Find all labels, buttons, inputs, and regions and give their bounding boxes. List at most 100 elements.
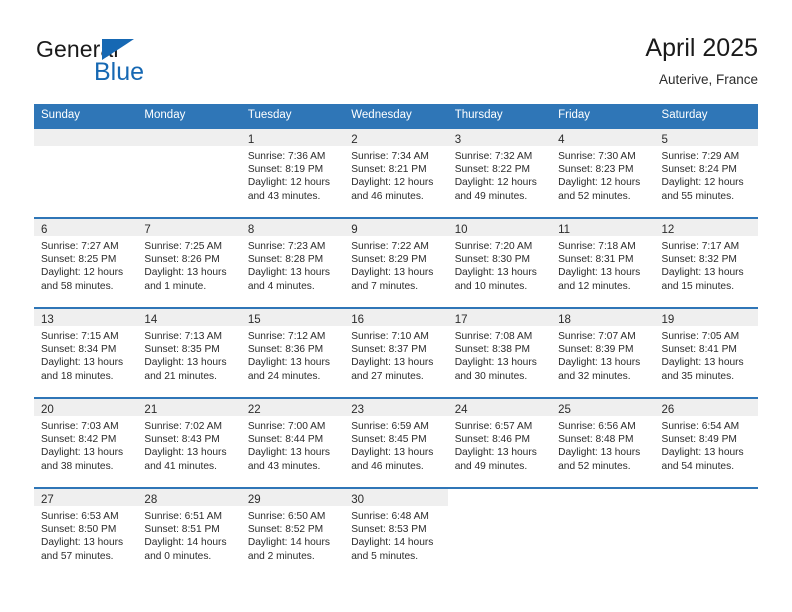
day-number-strip: 30: [344, 489, 448, 506]
day-number-strip: [655, 489, 758, 506]
calendar-cell: 17 Sunrise: 7:08 AM Sunset: 8:38 PM Dayligh…: [447, 307, 552, 398]
sunset-text: Sunset: 8:39 PM: [558, 344, 634, 356]
day-number-strip: 1: [240, 129, 345, 146]
day-cell-21[interactable]: 21 Sunrise: 7:02 AM Sunset: 8:43 PM Dayligh…: [137, 399, 241, 487]
calendar-body: 1 Sunrise: 7:36 AM Sunset: 8:19 PM Daylight…: [34, 127, 758, 577]
calendar-cell: 13 Sunrise: 7:15 AM Sunset: 8:34 PM Dayligh…: [34, 307, 138, 398]
day-cell-3[interactable]: 3 Sunrise: 7:32 AM Sunset: 8:22 PM Daylight…: [447, 129, 552, 217]
sunset-text: Sunset: 8:45 PM: [351, 434, 427, 446]
day-cell-details: Sunrise: 7:22 AM Sunset: 8:29 PM Daylight:…: [344, 236, 447, 293]
day-number: 27: [41, 494, 54, 506]
day-cell-20[interactable]: 20 Sunrise: 7:03 AM Sunset: 8:42 PM Dayligh…: [34, 399, 138, 487]
weekday-header-wednesday: Wednesday: [344, 104, 448, 128]
day-cell-22[interactable]: 22 Sunrise: 7:00 AM Sunset: 8:44 PM Dayligh…: [240, 399, 345, 487]
day-number-strip: 27: [34, 489, 138, 506]
day-cell-details: Sunrise: 7:03 AM Sunset: 8:42 PM Daylight:…: [34, 416, 137, 473]
sunrise-text: Sunrise: 7:30 AM: [558, 151, 636, 162]
day-cell-8[interactable]: 8 Sunrise: 7:23 AM Sunset: 8:28 PM Daylight…: [240, 219, 345, 307]
day-cell-empty: [448, 489, 551, 577]
day-number-strip: 8: [240, 219, 345, 236]
day-cell-27[interactable]: 27 Sunrise: 6:53 AM Sunset: 8:50 PM Dayligh…: [34, 489, 138, 577]
calendar-cell: 19 Sunrise: 7:05 AM Sunset: 8:41 PM Dayligh…: [654, 307, 758, 398]
day-cell-11[interactable]: 11 Sunrise: 7:18 AM Sunset: 8:31 PM Dayligh…: [551, 219, 655, 307]
day-number: 30: [351, 494, 365, 506]
day-number: 14: [144, 314, 158, 326]
sunset-text: Sunset: 8:43 PM: [144, 434, 220, 446]
day-cell-13[interactable]: 13 Sunrise: 7:15 AM Sunset: 8:34 PM Dayligh…: [34, 309, 138, 397]
daylight-text: Daylight: 13 hours and 41 minutes.: [144, 447, 227, 472]
daylight-text: Daylight: 13 hours and 52 minutes.: [558, 447, 641, 472]
day-cell-empty: [34, 129, 138, 217]
day-cell-details: Sunrise: 7:20 AM Sunset: 8:30 PM Daylight:…: [448, 236, 551, 293]
day-cell-28[interactable]: 28 Sunrise: 6:51 AM Sunset: 8:51 PM Dayligh…: [137, 489, 241, 577]
calendar-cell: 12 Sunrise: 7:17 AM Sunset: 8:32 PM Dayligh…: [654, 217, 758, 308]
day-number-strip: [448, 489, 551, 506]
calendar-cell: [551, 487, 655, 577]
day-cell-18[interactable]: 18 Sunrise: 7:07 AM Sunset: 8:39 PM Dayligh…: [551, 309, 655, 397]
day-cell-16[interactable]: 16 Sunrise: 7:10 AM Sunset: 8:37 PM Dayligh…: [344, 309, 448, 397]
day-cell-9[interactable]: 9 Sunrise: 7:22 AM Sunset: 8:29 PM Daylight…: [344, 219, 448, 307]
sunset-text: Sunset: 8:30 PM: [454, 254, 531, 266]
day-cell-23[interactable]: 23 Sunrise: 6:59 AM Sunset: 8:45 PM Dayligh…: [344, 399, 448, 487]
day-cell-2[interactable]: 2 Sunrise: 7:34 AM Sunset: 8:21 PM Daylight…: [344, 129, 448, 217]
calendar-cell: 14 Sunrise: 7:13 AM Sunset: 8:35 PM Dayligh…: [137, 307, 241, 398]
day-number: 24: [454, 404, 468, 416]
calendar-cell: 9 Sunrise: 7:22 AM Sunset: 8:29 PM Daylight…: [344, 217, 448, 308]
day-cell-24[interactable]: 24 Sunrise: 6:57 AM Sunset: 8:46 PM Dayligh…: [447, 399, 552, 487]
calendar-cell: 5 Sunrise: 7:29 AM Sunset: 8:24 PM Daylight…: [654, 127, 758, 218]
day-cell-details: Sunrise: 7:23 AM Sunset: 8:28 PM Daylight:…: [241, 236, 344, 293]
day-number-strip: 20: [34, 399, 138, 416]
day-cell-1[interactable]: 1 Sunrise: 7:36 AM Sunset: 8:19 PM Daylight…: [240, 129, 345, 217]
day-cell-29[interactable]: 29 Sunrise: 6:50 AM Sunset: 8:52 PM Dayligh…: [240, 489, 345, 577]
triangle-flag-icon: [102, 39, 134, 60]
calendar-cell: [137, 127, 241, 218]
day-cell-details: Sunrise: 7:27 AM Sunset: 8:25 PM Daylight:…: [34, 236, 137, 293]
calendar-cell: 3 Sunrise: 7:32 AM Sunset: 8:22 PM Daylight…: [447, 127, 552, 218]
brand-word-blue: Blue: [94, 58, 145, 86]
calendar-cell: 6 Sunrise: 7:27 AM Sunset: 8:25 PM Daylight…: [34, 217, 138, 308]
day-cell-26[interactable]: 26 Sunrise: 6:54 AM Sunset: 8:49 PM Dayligh…: [654, 399, 758, 487]
day-cell-10[interactable]: 10 Sunrise: 7:20 AM Sunset: 8:30 PM Dayligh…: [447, 219, 552, 307]
day-number-strip: 12: [654, 219, 758, 236]
day-cell-5[interactable]: 5 Sunrise: 7:29 AM Sunset: 8:24 PM Daylight…: [654, 129, 758, 217]
day-cell-15[interactable]: 15 Sunrise: 7:12 AM Sunset: 8:36 PM Dayligh…: [240, 309, 345, 397]
day-cell-6[interactable]: 6 Sunrise: 7:27 AM Sunset: 8:25 PM Daylight…: [34, 219, 138, 307]
sunrise-text: Sunrise: 7:32 AM: [454, 151, 533, 162]
day-cell-12[interactable]: 12 Sunrise: 7:17 AM Sunset: 8:32 PM Dayligh…: [654, 219, 758, 307]
sunset-text: Sunset: 8:26 PM: [144, 254, 220, 266]
day-cell-details: Sunrise: 7:15 AM Sunset: 8:34 PM Daylight:…: [34, 326, 137, 383]
sunrise-text: Sunrise: 7:23 AM: [247, 241, 326, 252]
daylight-text: Daylight: 13 hours and 49 minutes.: [454, 447, 537, 472]
brand-logo[interactable]: General Blue: [36, 36, 236, 90]
day-cell-empty: [655, 489, 758, 577]
day-number: 23: [351, 404, 365, 416]
day-number-strip: 22: [240, 399, 345, 416]
sunset-text: Sunset: 8:42 PM: [41, 434, 117, 446]
day-cell-4[interactable]: 4 Sunrise: 7:30 AM Sunset: 8:23 PM Daylight…: [551, 129, 655, 217]
day-number: 22: [247, 404, 261, 416]
daylight-text: Daylight: 13 hours and 15 minutes.: [661, 267, 744, 292]
day-cell-19[interactable]: 19 Sunrise: 7:05 AM Sunset: 8:41 PM Dayligh…: [654, 309, 758, 397]
day-cell-25[interactable]: 25 Sunrise: 6:56 AM Sunset: 8:48 PM Dayligh…: [551, 399, 655, 487]
sunrise-text: Sunrise: 6:48 AM: [351, 511, 429, 522]
sunset-text: Sunset: 8:38 PM: [454, 344, 531, 356]
day-number-strip: 13: [34, 309, 138, 326]
day-number-strip: 19: [654, 309, 758, 326]
sunrise-text: Sunrise: 6:51 AM: [144, 511, 223, 522]
day-cell-30[interactable]: 30 Sunrise: 6:48 AM Sunset: 8:53 PM Dayligh…: [344, 489, 448, 577]
calendar-page: General Blue April 2025 Auterive, France…: [0, 0, 792, 612]
sunrise-text: Sunrise: 7:03 AM: [41, 421, 119, 432]
calendar-cell: 1 Sunrise: 7:36 AM Sunset: 8:19 PM Daylight…: [240, 127, 345, 218]
sunset-text: Sunset: 8:24 PM: [661, 164, 737, 176]
day-cell-17[interactable]: 17 Sunrise: 7:08 AM Sunset: 8:38 PM Dayligh…: [447, 309, 552, 397]
day-cell-14[interactable]: 14 Sunrise: 7:13 AM Sunset: 8:35 PM Dayligh…: [137, 309, 241, 397]
day-number-strip: 6: [34, 219, 138, 236]
day-cell-7[interactable]: 7 Sunrise: 7:25 AM Sunset: 8:26 PM Daylight…: [137, 219, 241, 307]
day-number: 12: [661, 224, 675, 236]
calendar-cell: [447, 487, 552, 577]
calendar-cell: 15 Sunrise: 7:12 AM Sunset: 8:36 PM Dayligh…: [240, 307, 345, 398]
sunset-text: Sunset: 8:37 PM: [351, 344, 427, 356]
calendar-cell: 23 Sunrise: 6:59 AM Sunset: 8:45 PM Dayligh…: [344, 397, 448, 488]
day-cell-details: Sunrise: 7:18 AM Sunset: 8:31 PM Daylight:…: [551, 236, 654, 293]
sunrise-text: Sunrise: 7:02 AM: [144, 421, 223, 432]
